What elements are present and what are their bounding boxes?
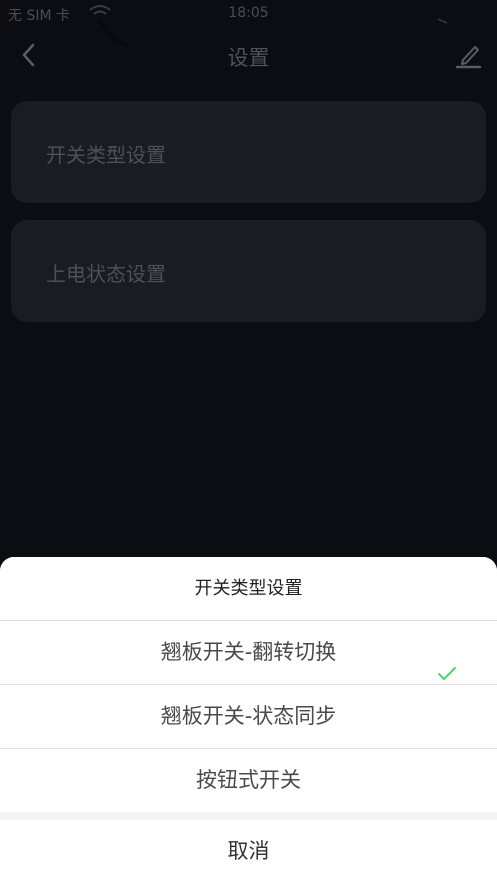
option-label: 按钮式开关 <box>196 768 301 792</box>
option-rocker-sync[interactable]: 翘板开关-状态同步 <box>0 685 497 749</box>
setting-item-switch-type[interactable]: 开关类型设置 <box>11 101 486 203</box>
action-sheet-title: 开关类型设置 <box>0 557 497 621</box>
battery-icon <box>437 12 449 24</box>
setting-item-power-on-state[interactable]: 上电状态设置 <box>11 220 486 322</box>
pencil-icon <box>455 46 482 69</box>
option-push-button[interactable]: 按钮式开关 <box>0 749 497 812</box>
status-bar: 无 SIM 卡 18:05 <box>0 0 497 47</box>
clock: 18:05 <box>228 5 269 21</box>
navigation-bar: 设置 <box>0 30 497 82</box>
setting-item-label: 上电状态设置 <box>46 262 166 286</box>
setting-item-label: 开关类型设置 <box>46 143 166 167</box>
option-rocker-toggle[interactable]: 翘板开关-翻转切换 <box>0 621 497 685</box>
option-label: 翘板开关-翻转切换 <box>160 640 337 664</box>
cancel-button[interactable]: 取消 <box>0 820 497 883</box>
page-title: 设置 <box>227 46 270 70</box>
action-sheet: 开关类型设置 翘板开关-翻转切换 翘板开关-状态同步 按钮式开关 取消 <box>0 557 497 883</box>
option-label: 翘板开关-状态同步 <box>160 704 337 728</box>
checkmark-icon <box>437 644 457 680</box>
edit-button[interactable] <box>453 40 483 70</box>
